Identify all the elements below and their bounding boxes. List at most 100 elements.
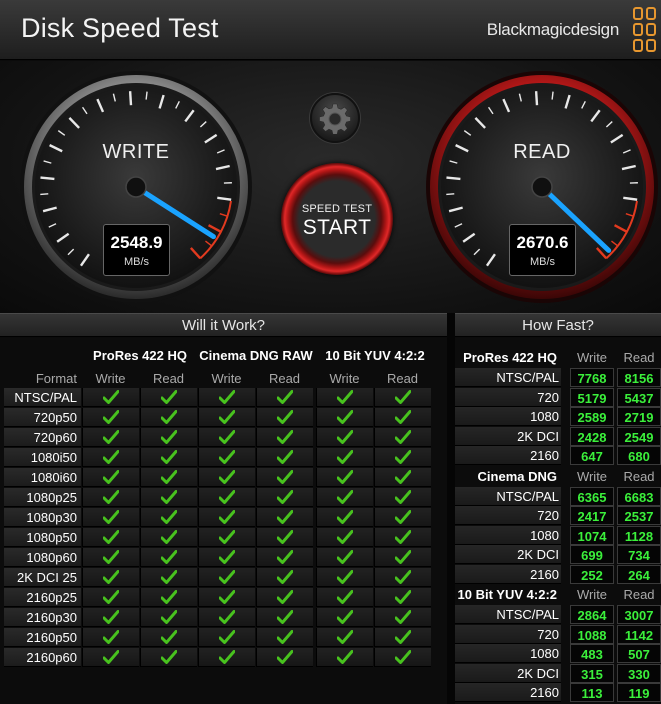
check-icon <box>277 530 293 544</box>
format-label: NTSC/PAL <box>455 486 561 506</box>
table-row: 2160p25 <box>4 588 432 607</box>
support-cell <box>316 628 373 647</box>
check-icon <box>103 390 119 404</box>
how-fast-read-header: Read <box>623 587 655 602</box>
support-cell <box>82 628 139 647</box>
support-cell <box>140 628 197 647</box>
write-speed-cell: 699 <box>570 545 614 565</box>
check-icon <box>161 630 177 644</box>
support-cell <box>198 548 255 567</box>
start-button[interactable]: SPEED TEST START <box>281 163 393 275</box>
support-cell <box>374 568 431 587</box>
support-cell <box>82 528 139 547</box>
support-cell <box>140 568 197 587</box>
support-cell <box>198 628 255 647</box>
read-speed-cell: 5437 <box>617 387 661 407</box>
support-cell <box>256 428 313 447</box>
format-label: 2160 <box>455 446 561 466</box>
support-cell <box>256 468 313 487</box>
support-cell <box>256 568 313 587</box>
support-cell <box>256 528 313 547</box>
how-fast-codec-header: ProRes 422 HQ <box>463 350 557 365</box>
write-speed-cell: 5179 <box>570 387 614 407</box>
support-cell <box>198 388 255 407</box>
check-icon <box>103 450 119 464</box>
read-speed-cell: 264 <box>617 564 661 584</box>
format-label: NTSC/PAL <box>455 605 561 624</box>
table-row: 720p60 <box>4 428 432 447</box>
check-icon <box>219 550 235 564</box>
table-row: 2K DCI 25 <box>4 568 432 587</box>
check-icon <box>395 490 411 504</box>
support-cell <box>140 468 197 487</box>
table-row: 2160p30 <box>4 608 432 627</box>
check-icon <box>103 650 119 664</box>
check-icon <box>219 630 235 644</box>
support-cell <box>198 508 255 527</box>
table-row: 720 5179 5437 <box>455 387 661 407</box>
read-speed-cell: 734 <box>617 545 661 565</box>
check-icon <box>161 610 177 624</box>
table-row: NTSC/PAL <box>4 388 432 407</box>
check-icon <box>161 510 177 524</box>
check-icon <box>161 570 177 584</box>
check-icon <box>337 390 353 404</box>
app-title: Disk Speed Test <box>21 13 219 43</box>
support-cell <box>316 408 373 427</box>
format-label: 2160p50 <box>4 628 81 647</box>
check-icon <box>219 430 235 444</box>
support-cell <box>198 588 255 607</box>
write-speed-unit: MB/s <box>123 256 150 268</box>
check-icon <box>277 590 293 604</box>
read-gauge-label: READ <box>513 141 571 163</box>
support-cell <box>374 648 431 667</box>
table-row: 1080p60 <box>4 548 432 567</box>
gauge-tick <box>40 193 49 196</box>
gauge-hub <box>125 176 147 198</box>
check-icon <box>219 490 235 504</box>
check-icon <box>103 630 119 644</box>
support-cell <box>374 408 431 427</box>
table-row: 1080 2589 2719 <box>455 407 661 427</box>
check-icon <box>219 450 235 464</box>
check-icon <box>219 650 235 664</box>
table-row: NTSC/PAL 7768 8156 <box>455 368 661 387</box>
table-row: 2K DCI 2428 2549 <box>455 426 661 446</box>
support-cell <box>374 448 431 467</box>
support-cell <box>256 648 313 667</box>
check-icon <box>337 550 353 564</box>
support-cell <box>374 428 431 447</box>
support-cell <box>140 608 197 627</box>
support-cell <box>140 548 197 567</box>
support-cell <box>198 488 255 507</box>
brand-name: Blackmagicdesign <box>486 20 620 39</box>
support-cell <box>198 408 255 427</box>
check-icon <box>219 470 235 484</box>
check-icon <box>277 430 293 444</box>
will-it-work-table: ProRes 422 HQ Cinema DNG RAW 10 Bit YUV … <box>0 338 447 704</box>
format-label: 2K DCI <box>455 426 561 446</box>
support-cell <box>140 648 197 667</box>
support-cell <box>140 388 197 407</box>
support-cell <box>374 528 431 547</box>
read-speed-cell: 8156 <box>617 368 661 387</box>
table-row: 720 1088 1142 <box>455 624 661 644</box>
check-icon <box>337 590 353 604</box>
support-cell <box>316 508 373 527</box>
check-icon <box>277 390 293 404</box>
gauge-tick <box>145 91 148 100</box>
check-icon <box>337 570 353 584</box>
check-icon <box>337 470 353 484</box>
start-button-label: START <box>302 216 372 239</box>
format-label: 2K DCI <box>455 545 561 565</box>
read-speed-cell: 1142 <box>617 624 661 644</box>
format-label: 1080i60 <box>4 468 81 487</box>
format-label: NTSC/PAL <box>455 368 561 387</box>
settings-button[interactable] <box>310 93 360 143</box>
check-icon <box>103 430 119 444</box>
will-it-work-header: Will it Work? <box>0 313 447 337</box>
support-cell <box>82 448 139 467</box>
read-speed-cell: 1128 <box>617 525 661 545</box>
support-cell <box>198 468 255 487</box>
how-fast-write-header: Write <box>576 587 608 602</box>
